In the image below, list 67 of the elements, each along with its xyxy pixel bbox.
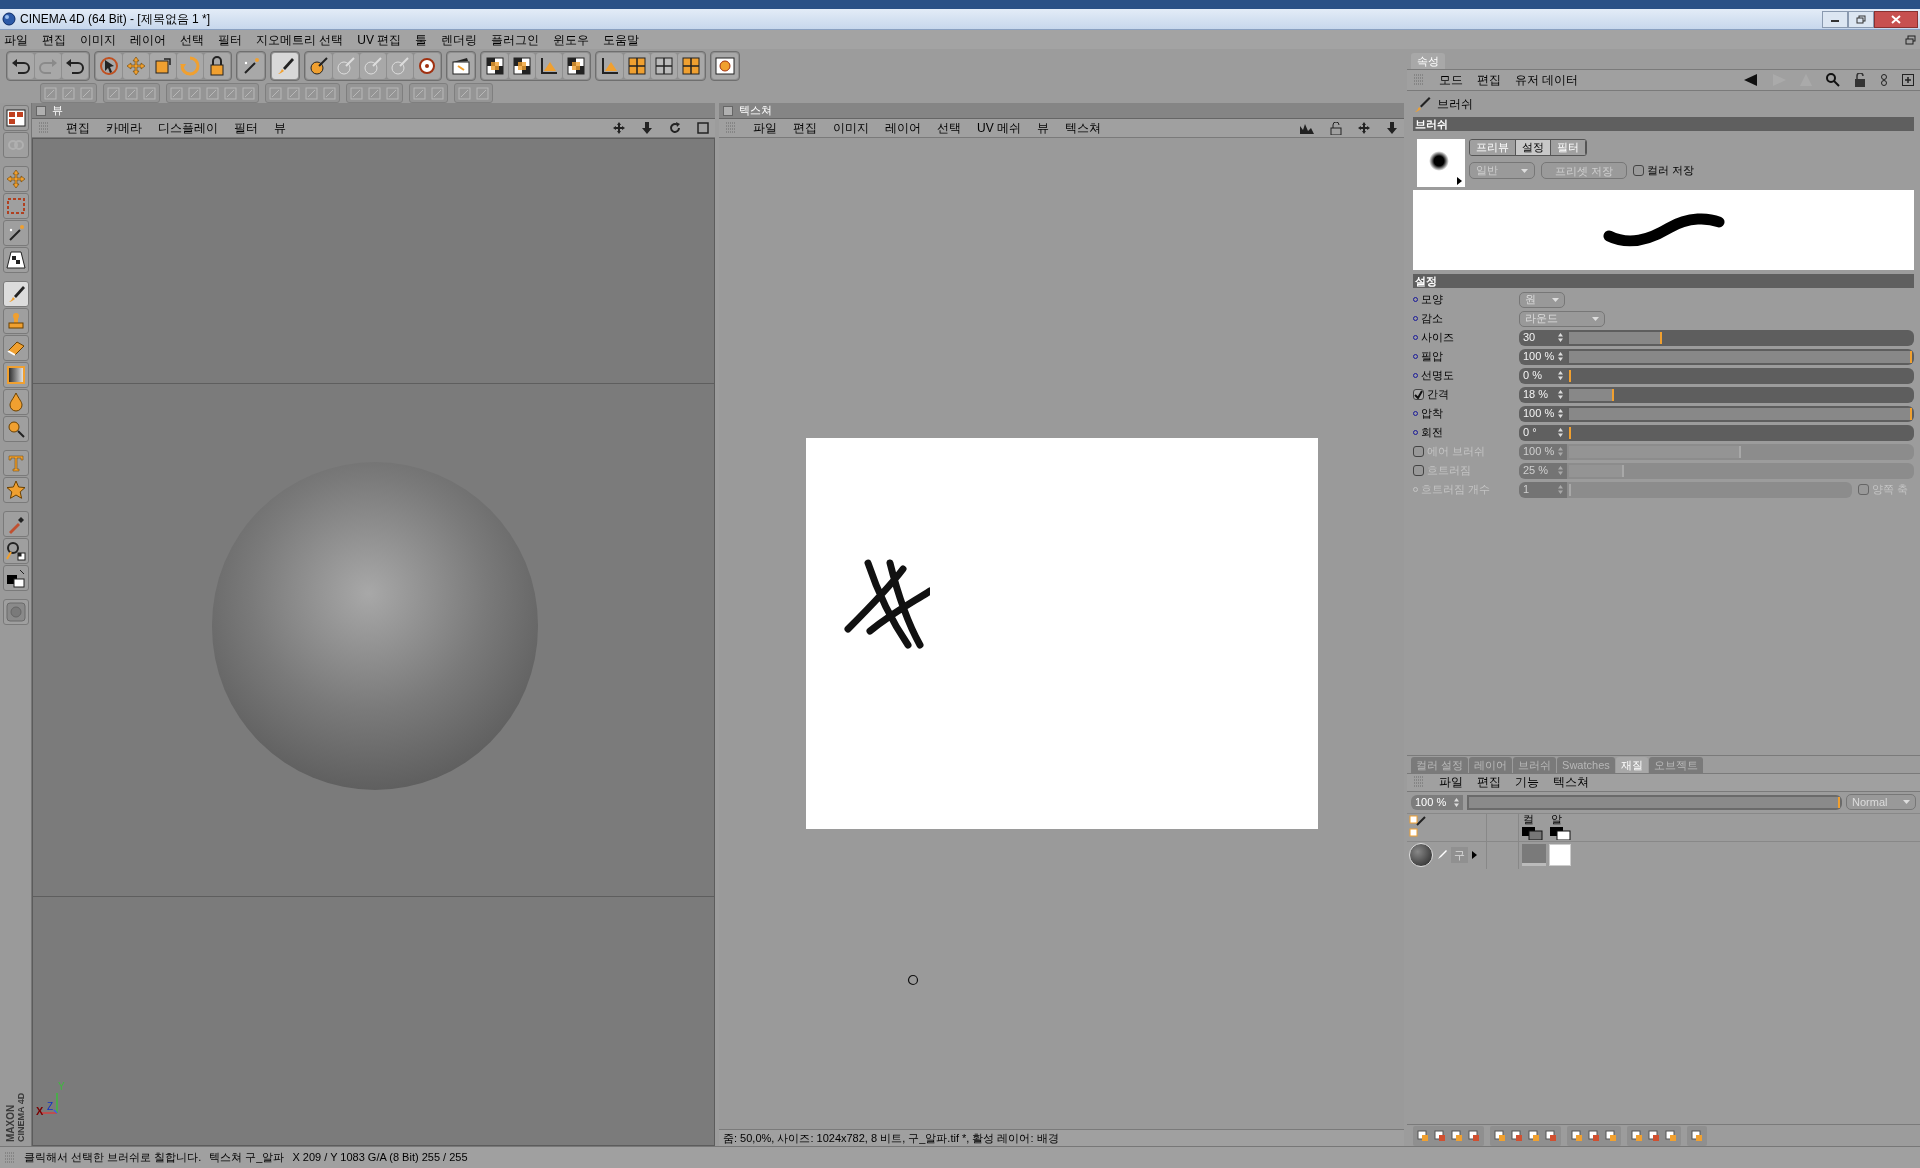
menu-item[interactable]: 편집 [66, 119, 90, 137]
menu-item[interactable]: 도움말 [603, 30, 640, 49]
parameter-label: 회전 [1421, 425, 1443, 441]
menu-item[interactable]: 편집 [42, 30, 66, 49]
parameter-label: 사이즈 [1421, 330, 1454, 346]
number-field[interactable]: 30 [1519, 329, 1567, 346]
panel-title: 뷰 [52, 103, 63, 119]
number-field[interactable]: 100 % [1519, 348, 1567, 365]
status-text: 텍스쳐 구_알파 [209, 1150, 285, 1166]
menu-item[interactable]: 선택 [180, 30, 204, 49]
parameter-label: 필압 [1421, 349, 1443, 365]
number-field[interactable]: 100 % [1411, 794, 1463, 810]
menu-item[interactable]: 유저 데이터 [1515, 71, 1579, 89]
checkbox-label: 컬러 저장 [1647, 163, 1695, 179]
menu-item[interactable]: 파일 [4, 30, 28, 49]
number-field[interactable]: 18 % [1519, 386, 1567, 403]
menu-item[interactable]: 기능 [1515, 773, 1539, 791]
menu-item[interactable]: UV 편집 [357, 30, 402, 49]
axis-label: Y [58, 1080, 65, 1094]
menu-item[interactable]: 텍스쳐 [1553, 773, 1589, 791]
menu-item[interactable]: 지오메트리 선택 [256, 30, 344, 49]
logo-text: MAXON [5, 1103, 16, 1142]
menu-item[interactable]: 레이어 [885, 119, 921, 137]
menu-item[interactable]: 편집 [1477, 773, 1501, 791]
parameter-label: 간격 [1427, 387, 1449, 403]
menu-item[interactable]: 디스플레이 [158, 119, 218, 137]
menu-item[interactable]: 편집 [1477, 71, 1501, 89]
menu-item[interactable]: 텍스쳐 [1065, 119, 1101, 137]
section-header: 브러쉬 [1413, 117, 1914, 131]
menu-item[interactable]: 이미지 [833, 119, 869, 137]
status-message: 클릭해서 선택한 브러쉬로 칠합니다. [24, 1150, 202, 1166]
preview-tab[interactable]: 설정 [1516, 140, 1551, 155]
menu-item[interactable]: 필터 [234, 119, 258, 137]
menu-item[interactable]: 이미지 [80, 30, 116, 49]
menu-item[interactable]: 윈도우 [553, 30, 590, 49]
axis-label: Z [47, 1100, 54, 1114]
menu-item[interactable]: UV 메쉬 [977, 119, 1021, 137]
number-field[interactable]: 100 % [1519, 405, 1567, 422]
window-title: CINEMA 4D (64 Bit) - [제목없음 1 *] [20, 11, 211, 28]
number-field[interactable]: 0 ° [1519, 424, 1567, 441]
status-text: X 209 / Y 1083 G/A (8 Bit) 255 / 255 [292, 1150, 468, 1166]
axis-label: X [36, 1104, 44, 1119]
menu-item[interactable]: 툴 [415, 30, 428, 49]
object-name: 브러쉬 [1437, 96, 1473, 113]
menu-item[interactable]: 선택 [937, 119, 961, 137]
menu-item[interactable]: 파일 [753, 119, 777, 137]
parameter-label: 감소 [1421, 311, 1443, 327]
menu-item[interactable]: 파일 [1439, 773, 1463, 791]
status-text: 줌: 50,0%, 사이즈: 1024x782, 8 비트, 구_알파.tif *, 활성 레이어: 배경 [723, 1130, 1059, 1146]
channel-label: 알 [1551, 813, 1562, 825]
section-header: 설정 [1413, 274, 1914, 288]
menu-item[interactable]: 편집 [793, 119, 817, 137]
menu-item[interactable]: 뷰 [274, 119, 286, 137]
menu-item[interactable]: 카메라 [106, 119, 142, 137]
menu-item[interactable]: 플러그인 [491, 30, 540, 49]
menu-item[interactable]: 필터 [218, 30, 242, 49]
menu-item[interactable]: 뷰 [1037, 119, 1049, 137]
parameter-label: 모양 [1421, 292, 1443, 308]
menu-item[interactable]: 렌더링 [441, 30, 478, 49]
number-field[interactable]: 0 % [1519, 367, 1567, 384]
panel-title: 텍스쳐 [739, 103, 772, 119]
menu-item[interactable]: 레이어 [130, 30, 166, 49]
parameter-label: 압착 [1421, 406, 1443, 422]
logo-text: CINEMA 4D [15, 1091, 26, 1142]
parameter-label: 선명도 [1421, 368, 1454, 384]
channel-label: 컬 [1523, 813, 1534, 825]
menu-item[interactable]: 모드 [1439, 71, 1463, 89]
